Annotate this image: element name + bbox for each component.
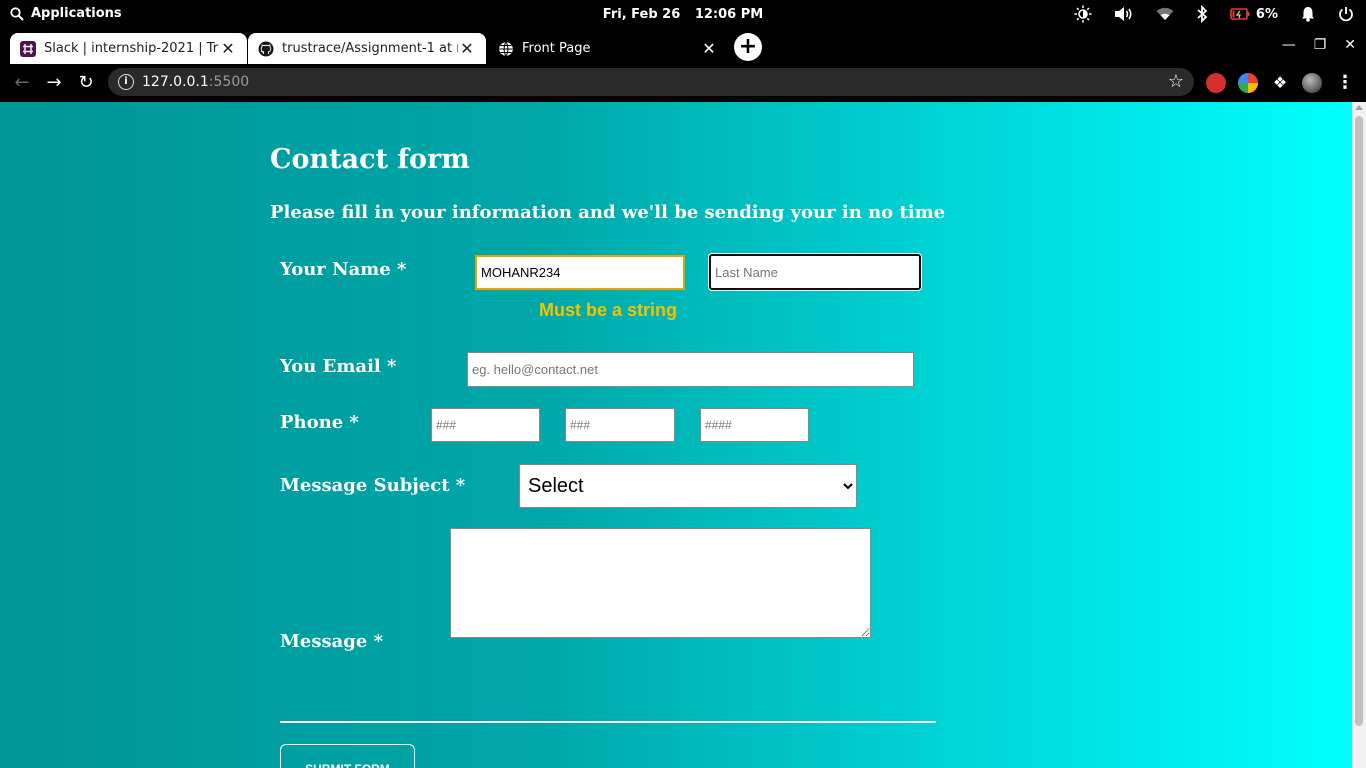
back-icon[interactable]: ← bbox=[10, 71, 34, 95]
reload-icon[interactable]: ↻ bbox=[74, 71, 98, 95]
window-controls: — ❐ ✕ bbox=[1282, 37, 1356, 53]
browser-tab-strip: Slack | internship-2021 | TrusTrace ✕ tr… bbox=[0, 29, 1366, 64]
battery-indicator[interactable]: 6% bbox=[1230, 7, 1278, 22]
date-label: Fri, Feb 26 bbox=[602, 7, 681, 22]
battery-percent: 6% bbox=[1255, 6, 1278, 22]
phone-prefix-input[interactable] bbox=[565, 408, 675, 442]
minimize-icon[interactable]: — bbox=[1282, 37, 1296, 53]
message-textarea[interactable] bbox=[450, 528, 871, 638]
subject-label: Message Subject * bbox=[280, 475, 466, 496]
adblock-extension-icon[interactable] bbox=[1206, 73, 1226, 93]
submit-form-button[interactable]: SUBMIT FORM bbox=[280, 744, 415, 768]
form-divider bbox=[280, 721, 936, 723]
tab-slack[interactable]: Slack | internship-2021 | TrusTrace ✕ bbox=[10, 33, 247, 64]
restore-icon[interactable]: ❐ bbox=[1314, 37, 1327, 53]
subject-select[interactable]: Select bbox=[519, 464, 857, 508]
scroll-up-arrow-icon[interactable] bbox=[1355, 105, 1363, 110]
github-favicon-icon bbox=[258, 41, 274, 56]
close-icon[interactable]: ✕ bbox=[219, 39, 237, 58]
browser-toolbar: ← → ↻ i 127.0.0.1:5500 ☆ ❖ ⋮ bbox=[0, 64, 1366, 102]
name-label: Your Name * bbox=[280, 259, 407, 280]
bluetooth-icon[interactable] bbox=[1196, 5, 1208, 23]
extensions-puzzle-icon[interactable]: ❖ bbox=[1270, 73, 1290, 93]
system-tray: 6% bbox=[1074, 5, 1354, 23]
email-label: You Email * bbox=[280, 356, 397, 377]
last-name-input[interactable] bbox=[709, 254, 921, 290]
address-bar[interactable]: i 127.0.0.1:5500 ☆ bbox=[108, 68, 1194, 96]
menu-kebab-icon[interactable]: ⋮ bbox=[1333, 71, 1357, 95]
tab-title: Slack | internship-2021 | TrusTrace bbox=[44, 41, 219, 56]
slack-favicon-icon bbox=[20, 40, 36, 57]
tab-front-page[interactable]: Front Page ✕ bbox=[488, 33, 728, 64]
forward-icon[interactable]: → bbox=[42, 71, 66, 95]
tab-title: Front Page bbox=[522, 41, 591, 56]
close-icon[interactable]: ✕ bbox=[700, 39, 718, 58]
tab-github[interactable]: trustrace/Assignment-1 at main ✕ bbox=[248, 33, 486, 64]
bookmark-star-icon[interactable]: ☆ bbox=[1168, 71, 1184, 92]
globe-icon bbox=[499, 41, 513, 56]
url-text: 127.0.0.1:5500 bbox=[142, 74, 249, 90]
volume-icon[interactable] bbox=[1114, 6, 1134, 22]
time-label: 12:06 PM bbox=[694, 7, 764, 22]
page-scrollbar[interactable] bbox=[1352, 102, 1366, 768]
profile-avatar[interactable] bbox=[1302, 73, 1322, 93]
brightness-icon[interactable] bbox=[1074, 5, 1092, 23]
phone-label: Phone * bbox=[280, 412, 359, 433]
close-icon[interactable]: ✕ bbox=[458, 39, 476, 58]
first-name-input[interactable] bbox=[475, 255, 685, 290]
name-error-message: Must be a string bbox=[539, 300, 678, 320]
power-icon[interactable] bbox=[1338, 6, 1354, 22]
phone-line-input[interactable] bbox=[700, 408, 809, 442]
battery-icon bbox=[1230, 8, 1250, 20]
wifi-icon[interactable] bbox=[1156, 7, 1174, 21]
page-subtitle: Please fill in your information and we'l… bbox=[270, 202, 946, 223]
tab-title: trustrace/Assignment-1 at main bbox=[282, 41, 458, 56]
notification-bell-icon[interactable] bbox=[1300, 6, 1316, 22]
new-tab-button[interactable]: + bbox=[734, 33, 762, 61]
url-port: :5500 bbox=[208, 74, 250, 90]
page-title: Contact form bbox=[270, 144, 470, 175]
system-top-bar: Applications Fri, Feb 26 12:06 PM 6% bbox=[0, 0, 1366, 29]
scrollbar-thumb[interactable] bbox=[1355, 116, 1363, 726]
color-extension-icon[interactable] bbox=[1238, 73, 1258, 93]
url-host: 127.0.0.1 bbox=[142, 74, 209, 90]
phone-area-code-input[interactable] bbox=[431, 408, 540, 442]
site-info-icon[interactable]: i bbox=[118, 74, 134, 90]
close-window-icon[interactable]: ✕ bbox=[1344, 37, 1356, 53]
page-content: Contact form Please fill in your informa… bbox=[0, 102, 1352, 768]
message-label: Message * bbox=[280, 631, 384, 652]
email-input[interactable] bbox=[467, 352, 914, 387]
